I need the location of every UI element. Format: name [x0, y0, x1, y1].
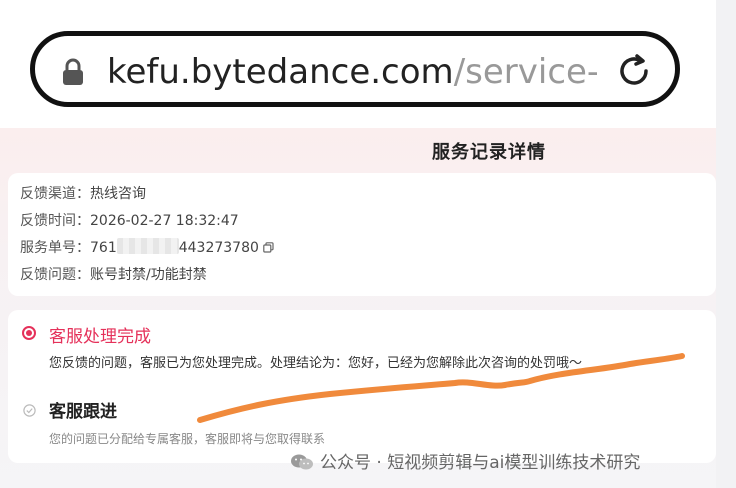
info-label: 服务单号： [20, 240, 90, 256]
step-title: 客服处理完成 [49, 327, 151, 347]
info-row-order-number: 服务单号：761 443273780 [20, 237, 274, 257]
order-number-suffix: 443273780 [178, 240, 259, 256]
browser-toolbar: kefu.bytedance.com/service- [0, 0, 736, 128]
info-label: 反馈时间： [20, 213, 90, 229]
reload-icon[interactable] [615, 52, 653, 90]
info-value: 热线咨询 [90, 186, 146, 202]
check-circle-icon [23, 404, 36, 417]
url-domain: kefu.bytedance.com [107, 52, 454, 92]
page-title: 服务记录详情 [432, 142, 546, 163]
copy-icon[interactable] [263, 242, 274, 253]
step-description: 您反馈的问题，客服已为您处理完成。处理结论为：您好，已经为您解除此次咨询的处罚哦… [49, 356, 583, 371]
wechat-icon [291, 454, 313, 470]
url-path: /service- [453, 52, 597, 92]
watermark-text: 公众号 · 短视频剪辑与ai模型训练技术研究 [320, 453, 641, 473]
lock-icon [63, 58, 83, 85]
info-label: 反馈问题： [20, 267, 90, 283]
address-bar[interactable]: kefu.bytedance.com/service- [30, 31, 680, 107]
active-step-dot-icon [22, 326, 36, 340]
service-info-card: 反馈渠道：热线咨询 反馈时间：2026-02-27 18:32:47 服务单号：… [8, 173, 716, 296]
info-row-time: 反馈时间：2026-02-27 18:32:47 [20, 210, 239, 230]
info-value: 2026-02-27 18:32:47 [90, 213, 239, 229]
step-description: 您的问题已分配给专属客服，客服即将与您取得联系 [49, 432, 326, 446]
url-text[interactable]: kefu.bytedance.com/service- [107, 48, 597, 96]
watermark: 公众号 · 短视频剪辑与ai模型训练技术研究 [290, 448, 640, 473]
info-row-channel: 反馈渠道：热线咨询 [20, 183, 146, 203]
info-row-issue: 反馈问题：账号封禁/功能封禁 [20, 264, 207, 284]
order-number-prefix: 761 [90, 240, 117, 256]
progress-card: 客服处理完成 您反馈的问题，客服已为您处理完成。处理结论为：您好，已经为您解除此… [8, 310, 716, 463]
step-title: 客服跟进 [49, 402, 117, 422]
redacted-digits [116, 238, 179, 254]
info-value: 账号封禁/功能封禁 [90, 267, 207, 283]
scroll-edge [716, 0, 736, 488]
info-label: 反馈渠道： [20, 186, 90, 202]
